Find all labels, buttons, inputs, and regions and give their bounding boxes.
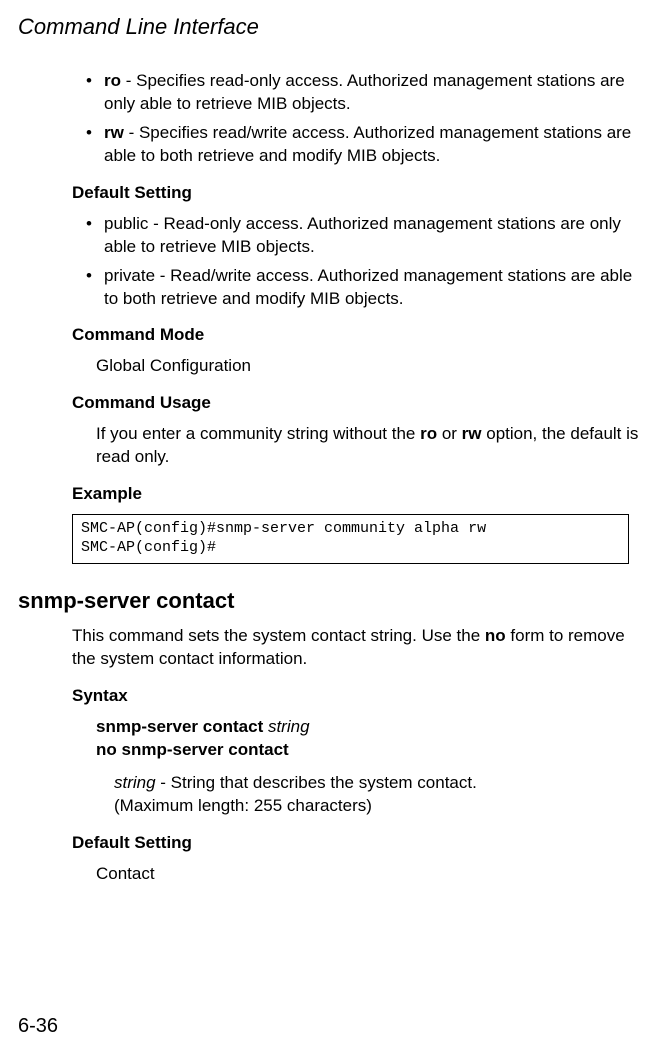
syntax-line-2: no snmp-server contact xyxy=(96,739,639,762)
command-mode-heading: Command Mode xyxy=(72,324,639,347)
command-title: snmp-server contact xyxy=(18,586,639,616)
rw-text: - Specifies read/write access. Authorize… xyxy=(104,123,631,165)
param-t1: - String that describes the system conta… xyxy=(156,773,477,792)
desc-t1: This command sets the system contact str… xyxy=(72,626,485,645)
list-item: ro - Specifies read-only access. Authori… xyxy=(90,70,639,116)
command-mode-text: Global Configuration xyxy=(96,355,639,378)
param-t2: (Maximum length: 255 characters) xyxy=(114,796,372,815)
syntax-heading: Syntax xyxy=(72,685,639,708)
list-item: public - Read-only access. Authorized ma… xyxy=(90,213,639,259)
param-key: string xyxy=(114,773,156,792)
list-item: rw - Specifies read/write access. Author… xyxy=(90,122,639,168)
default-setting-heading: Default Setting xyxy=(72,182,639,205)
usage-ro: ro xyxy=(420,424,437,443)
usage-rw: rw xyxy=(462,424,482,443)
default-bullet-list: public - Read-only access. Authorized ma… xyxy=(90,213,639,311)
command-description: This command sets the system contact str… xyxy=(72,625,639,671)
param-desc: string - String that describes the syste… xyxy=(114,772,639,818)
command-usage-text: If you enter a community string without … xyxy=(96,423,639,469)
default-setting-heading-2: Default Setting xyxy=(72,832,639,855)
page-content: ro - Specifies read-only access. Authori… xyxy=(18,70,639,894)
desc-no: no xyxy=(485,626,506,645)
rw-key: rw xyxy=(104,123,124,142)
page-number: 6-36 xyxy=(18,1013,58,1040)
syntax-cmd1: snmp-server contact xyxy=(96,717,268,736)
page-header-title: Command Line Interface xyxy=(18,12,259,42)
default-setting-text-2: Contact xyxy=(96,863,639,886)
ro-text: - Specifies read-only access. Authorized… xyxy=(104,71,625,113)
example-heading: Example xyxy=(72,483,639,506)
usage-t1: If you enter a community string without … xyxy=(96,424,420,443)
syntax-line-1: snmp-server contact string xyxy=(96,716,639,739)
ro-key: ro xyxy=(104,71,121,90)
syntax-arg1: string xyxy=(268,717,310,736)
list-item: private - Read/write access. Authorized … xyxy=(90,265,639,311)
access-bullet-list: ro - Specifies read-only access. Authori… xyxy=(90,70,639,168)
usage-or: or xyxy=(437,424,462,443)
syntax-block: snmp-server contact string no snmp-serve… xyxy=(96,716,639,762)
command-usage-heading: Command Usage xyxy=(72,392,639,415)
syntax-cmd2: no snmp-server contact xyxy=(96,740,289,759)
example-code-block: SMC-AP(config)#snmp-server community alp… xyxy=(72,514,629,564)
